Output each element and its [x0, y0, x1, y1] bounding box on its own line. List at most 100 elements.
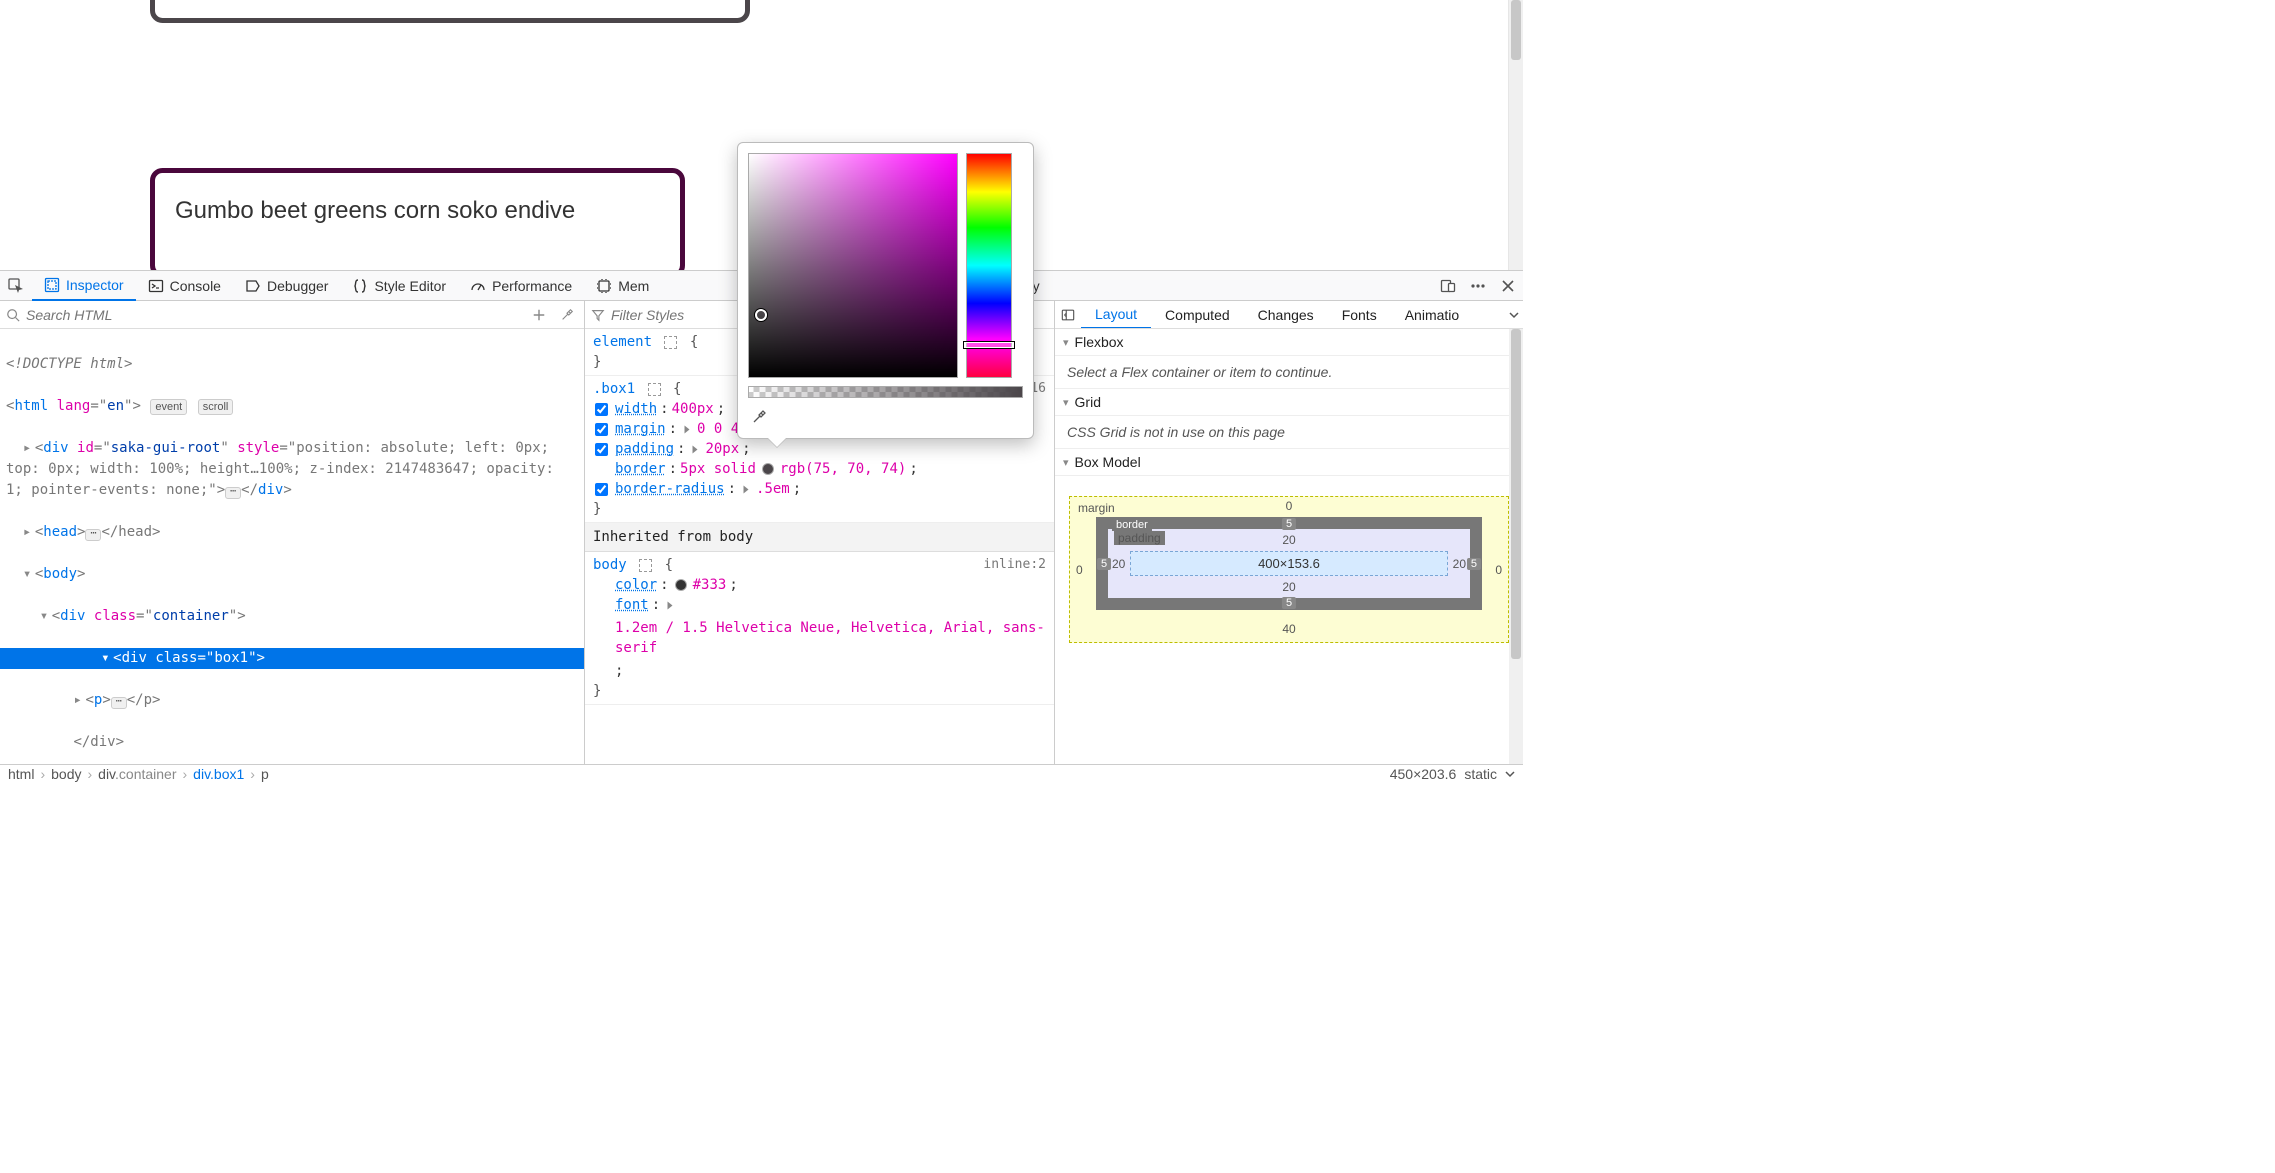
margin-bottom-value[interactable]: 40: [1282, 622, 1295, 636]
color-hue-cursor[interactable]: [964, 342, 1014, 348]
box1-selector[interactable]: .box1: [593, 381, 635, 397]
section-grid[interactable]: Grid: [1055, 389, 1523, 416]
border-right-value[interactable]: 5: [1467, 558, 1481, 570]
section-flexbox[interactable]: Flexbox: [1055, 329, 1523, 356]
color-hue-slider[interactable]: [966, 153, 1012, 378]
expand-icon[interactable]: [668, 601, 673, 609]
sidebar-tab-fonts[interactable]: Fonts: [1328, 301, 1391, 329]
responsive-design-button[interactable]: [1433, 271, 1463, 301]
tab-style-editor[interactable]: Style Editor: [340, 271, 458, 301]
margin-top-value[interactable]: 0: [1286, 499, 1293, 513]
toggle-padding[interactable]: [595, 443, 608, 456]
head-node[interactable]: head: [43, 524, 77, 540]
markup-search-input[interactable]: [26, 307, 522, 323]
section-boxmodel[interactable]: Box Model: [1055, 449, 1523, 476]
decl-padding[interactable]: padding: 20px;: [615, 439, 1046, 459]
html-tag[interactable]: html: [14, 398, 48, 414]
selected-node[interactable]: <div class="box1">: [0, 648, 584, 669]
color-picker-popup[interactable]: [737, 142, 1034, 439]
pick-element-button[interactable]: [0, 271, 32, 301]
border-bottom-value[interactable]: 5: [1282, 597, 1296, 609]
boxmodel-content[interactable]: 400×153.6: [1130, 551, 1448, 576]
border-top-value[interactable]: 5: [1282, 518, 1296, 530]
sidebar-scrollbar[interactable]: [1509, 329, 1523, 764]
padding-bottom-value[interactable]: 20: [1282, 580, 1295, 594]
eyedropper-button[interactable]: [556, 304, 578, 326]
tab-performance[interactable]: Performance: [458, 271, 584, 301]
sidebar-tab-layout[interactable]: Layout: [1081, 301, 1151, 329]
crumb-container[interactable]: div.container: [98, 766, 176, 782]
markup-tree[interactable]: <!DOCTYPE html> <html lang="en"> event s…: [0, 329, 584, 764]
tab-inspector[interactable]: Inspector: [32, 271, 136, 301]
boxmodel-padding[interactable]: padding 20 20 20 20 400×153.6: [1108, 529, 1470, 598]
devtools-close-button[interactable]: [1493, 271, 1523, 301]
twisty-head[interactable]: [23, 522, 35, 543]
crumb-body[interactable]: body: [51, 766, 81, 782]
highlight-icon[interactable]: [639, 559, 652, 572]
ellipsis-icon[interactable]: ⋯: [85, 529, 101, 541]
decl-font[interactable]: font: 1.2em / 1.5 Helvetica Neue, Helvet…: [615, 595, 1046, 681]
tab-debugger[interactable]: Debugger: [233, 271, 341, 301]
color-saturation-field[interactable]: [748, 153, 958, 378]
chevron-down-icon[interactable]: [1505, 769, 1515, 779]
devtools-options-button[interactable]: [1463, 271, 1493, 301]
toggle-margin[interactable]: [595, 423, 608, 436]
margin-left-value[interactable]: 0: [1076, 563, 1083, 577]
sidebar-tabs-overflow[interactable]: [1509, 310, 1523, 320]
crumb-html[interactable]: html: [8, 766, 34, 782]
crumb-p[interactable]: p: [261, 766, 269, 782]
toggle-3pane-button[interactable]: [1055, 301, 1081, 329]
padding-left-value[interactable]: 20: [1112, 557, 1125, 571]
decl-border-radius[interactable]: border-radius: .5em;: [615, 479, 1046, 499]
scroll-badge[interactable]: scroll: [198, 399, 234, 415]
doctype-node[interactable]: <!DOCTYPE html>: [6, 356, 132, 372]
tab-console[interactable]: Console: [136, 271, 233, 301]
sidebar-scrollbar-thumb[interactable]: [1511, 329, 1521, 659]
toggle-border-radius[interactable]: [595, 483, 608, 496]
margin-right-value[interactable]: 0: [1495, 563, 1502, 577]
twisty-box1[interactable]: [101, 648, 113, 669]
tab-memory[interactable]: Mem: [584, 271, 661, 301]
boxmodel-border[interactable]: border 5 5 5 5 padding 20 20 20 20: [1096, 517, 1482, 610]
sidebar-tab-animations[interactable]: Animatio: [1391, 301, 1473, 329]
twisty-saka[interactable]: [23, 438, 35, 459]
sidebar-tab-computed[interactable]: Computed: [1151, 301, 1244, 329]
ellipsis-icon[interactable]: ⋯: [111, 697, 127, 709]
twisty-container[interactable]: [40, 606, 52, 627]
page-scrollbar-thumb[interactable]: [1511, 0, 1521, 60]
add-node-button[interactable]: [528, 304, 550, 326]
color-alpha-slider[interactable]: [748, 386, 1023, 398]
rule-body[interactable]: inline:2 body { color: #333; font: 1.2em…: [585, 552, 1054, 705]
color-eyedropper-button[interactable]: [748, 406, 770, 428]
expand-icon[interactable]: [744, 485, 749, 493]
twisty-p1[interactable]: [73, 690, 85, 711]
page-scrollbar[interactable]: [1508, 0, 1523, 270]
color-sv-cursor[interactable]: [755, 309, 767, 321]
container-node[interactable]: div: [60, 608, 85, 624]
expand-icon[interactable]: [693, 445, 698, 453]
element-selector[interactable]: element: [593, 334, 652, 350]
boxmodel-position[interactable]: static: [1464, 766, 1497, 782]
highlight-icon[interactable]: [664, 336, 677, 349]
body-node[interactable]: body: [43, 566, 77, 582]
sidebar-tab-changes[interactable]: Changes: [1244, 301, 1328, 329]
event-badge[interactable]: event: [150, 399, 187, 415]
padding-top-value[interactable]: 20: [1282, 533, 1295, 547]
boxmodel-margin[interactable]: margin 0 0 40 0 border 5 5 5 5 paddi: [1069, 496, 1509, 643]
padding-right-value[interactable]: 20: [1453, 557, 1466, 571]
decl-border[interactable]: border: 5px solidrgb(75, 70, 74);: [615, 459, 1046, 479]
body-selector[interactable]: body: [593, 557, 627, 573]
toggle-width[interactable]: [595, 403, 608, 416]
close-box1[interactable]: </div>: [73, 734, 124, 750]
decl-color[interactable]: color: #333;: [615, 575, 1046, 595]
highlight-icon[interactable]: [648, 383, 661, 396]
twisty-body[interactable]: [23, 564, 35, 585]
ellipsis-icon[interactable]: ⋯: [225, 487, 241, 499]
border-left-value[interactable]: 5: [1097, 558, 1111, 570]
color-swatch[interactable]: [675, 579, 687, 591]
source-link-body[interactable]: inline:2: [983, 555, 1046, 575]
saka-div-node[interactable]: div: [43, 440, 68, 456]
color-swatch[interactable]: [762, 463, 774, 475]
expand-icon[interactable]: [685, 425, 690, 433]
crumb-box1[interactable]: div.box1: [193, 766, 244, 782]
